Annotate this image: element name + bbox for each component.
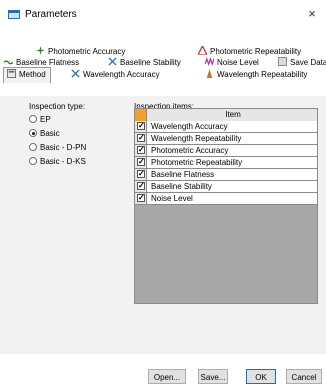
row-check-cell: ✓: [135, 181, 147, 192]
radio-basic-d-pn[interactable]: Basic - D-PN: [29, 141, 86, 155]
baseline-flatness-icon: [4, 60, 13, 65]
row-item: Wavelength Repeatability: [151, 134, 242, 143]
tab-wavelength-repeatability[interactable]: Wavelength Repeatability: [205, 69, 307, 80]
radio-label: Basic - D-KS: [40, 157, 86, 166]
radio-basic-d-ks[interactable]: Basic - D-KS: [29, 155, 86, 169]
close-button[interactable]: ×: [300, 4, 324, 24]
row-checkbox[interactable]: ✓: [137, 158, 145, 166]
row-item: Wavelength Accuracy: [151, 122, 228, 131]
radio-ep[interactable]: EP: [29, 113, 51, 127]
tab-save-data[interactable]: Save Data: [278, 57, 326, 68]
row-checkbox[interactable]: ✓: [137, 170, 145, 178]
table-row[interactable]: ✓ Baseline Stability: [135, 181, 317, 193]
tab-strip: Photometric Accuracy Photometric Repeata…: [0, 34, 326, 96]
row-check-cell: ✓: [135, 169, 147, 180]
row-check-cell: ✓: [135, 193, 147, 204]
save-data-icon: [278, 57, 287, 66]
tab-label: Method: [19, 70, 46, 79]
window-icon: [8, 10, 20, 19]
row-item: Baseline Stability: [151, 182, 212, 191]
tab-label: Photometric Repeatability: [210, 47, 302, 56]
tab-label: Baseline Flatness: [16, 58, 80, 67]
row-checkbox[interactable]: ✓: [137, 122, 145, 130]
table-row[interactable]: ✓ Photometric Repeatability: [135, 157, 317, 169]
row-check-cell: ✓: [135, 133, 147, 144]
table-row[interactable]: ✓ Noise Level: [135, 193, 317, 205]
tab-label: Noise Level: [217, 58, 259, 67]
cancel-button[interactable]: Cancel: [286, 369, 322, 384]
row-item: Photometric Repeatability: [151, 158, 243, 167]
method-icon: [7, 69, 16, 78]
tab-label: Save Data: [290, 58, 326, 67]
row-item: Baseline Flatness: [151, 170, 215, 179]
row-check-cell: ✓: [135, 145, 147, 156]
tab-label: Wavelength Repeatability: [217, 70, 308, 79]
inspection-type-label: Inspection type:: [29, 102, 86, 111]
radio-button: [29, 157, 37, 165]
row-checkbox[interactable]: ✓: [137, 146, 145, 154]
dialog-footer: Open... Save... OK Cancel: [0, 354, 326, 388]
radio-label: Basic: [40, 129, 60, 138]
photometric-accuracy-icon: [36, 46, 45, 55]
tab-baseline-stability[interactable]: Baseline Stability: [108, 57, 181, 68]
tab-label: Baseline Stability: [120, 58, 181, 67]
tab-wavelength-accuracy[interactable]: Wavelength Accuracy: [71, 69, 160, 80]
tab-label: Photometric Accuracy: [48, 47, 126, 56]
radio-label: Basic - D-PN: [40, 143, 87, 152]
table-row[interactable]: ✓ Baseline Flatness: [135, 169, 317, 181]
row-item: Noise Level: [151, 194, 193, 203]
tab-noise-level[interactable]: Noise Level: [205, 57, 259, 68]
tab-photometric-accuracy[interactable]: Photometric Accuracy: [36, 46, 125, 57]
window-title: Parameters: [25, 9, 77, 20]
wavelength-repeatability-icon: [206, 69, 213, 78]
ok-button[interactable]: OK: [246, 369, 276, 384]
noise-level-icon: [205, 57, 214, 66]
parameters-dialog: Parameters × Photometric Accuracy Photom…: [0, 0, 326, 388]
open-button[interactable]: Open...: [148, 369, 186, 384]
row-item: Photometric Accuracy: [151, 146, 229, 155]
row-check-cell: ✓: [135, 121, 147, 132]
tab-photometric-repeatability[interactable]: Photometric Repeatability: [198, 46, 301, 57]
row-checkbox[interactable]: ✓: [137, 134, 145, 142]
row-check-cell: ✓: [135, 157, 147, 168]
save-button[interactable]: Save...: [198, 369, 228, 384]
baseline-stability-icon: [108, 57, 117, 66]
table-row[interactable]: ✓ Wavelength Accuracy: [135, 121, 317, 133]
radio-button: [29, 143, 37, 151]
radio-button: [29, 115, 37, 123]
table-row[interactable]: ✓ Photometric Accuracy: [135, 145, 317, 157]
table-row[interactable]: ✓ Wavelength Repeatability: [135, 133, 317, 145]
radio-label: EP: [40, 115, 51, 124]
wavelength-accuracy-icon: [71, 69, 80, 78]
item-column-header[interactable]: Item: [149, 109, 317, 121]
radio-basic[interactable]: Basic: [29, 127, 60, 141]
radio-button: [29, 129, 37, 137]
title-bar: Parameters ×: [0, 0, 326, 35]
photometric-repeatability-icon: [198, 46, 207, 55]
tab-method[interactable]: Method: [3, 67, 51, 83]
tab-label: Wavelength Accuracy: [83, 70, 160, 79]
row-checkbox[interactable]: ✓: [137, 182, 145, 190]
inspection-items-grid: Item ✓ Wavelength Accuracy ✓ Wavelength …: [134, 108, 318, 304]
grid-corner-cell[interactable]: [135, 109, 147, 121]
row-checkbox[interactable]: ✓: [137, 194, 145, 202]
